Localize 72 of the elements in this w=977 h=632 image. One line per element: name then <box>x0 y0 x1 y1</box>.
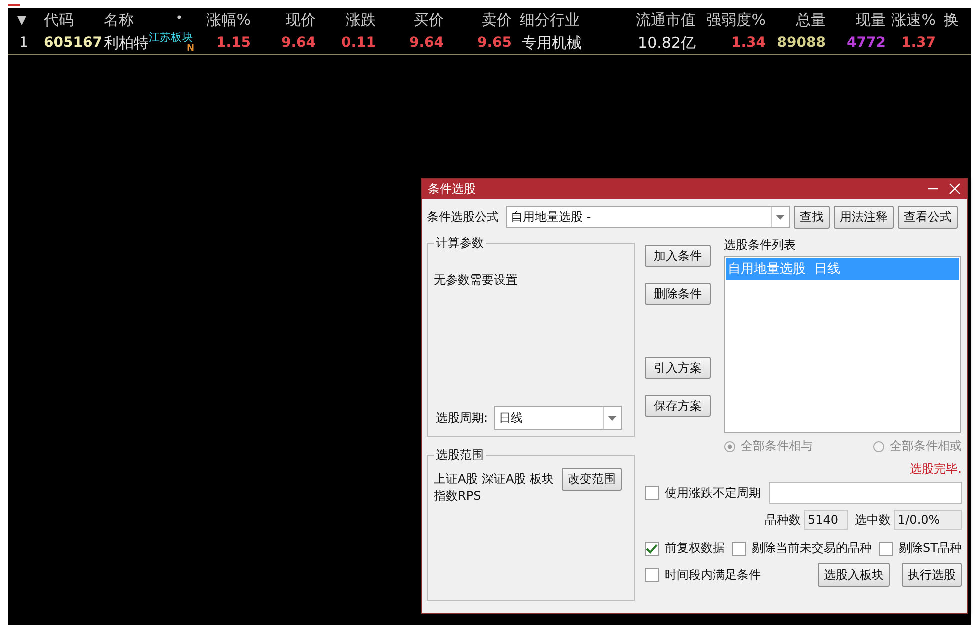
accent-mark <box>8 4 20 6</box>
close-icon[interactable] <box>949 183 961 195</box>
period-dropdown[interactable]: 日线 <box>494 406 622 430</box>
count-field: 5140 <box>804 510 848 530</box>
scope-text: 上证A股 深证A股 板块指数RPS <box>434 471 556 505</box>
checkbox-label: 使用涨跌不定周期 <box>665 484 761 502</box>
count-field: 1/0.0% <box>894 510 962 530</box>
checkbox-label: 时间段内满足条件 <box>665 566 761 584</box>
checkbox-label: 剔除ST品种 <box>899 540 962 557</box>
table-cell-text: 1 <box>18 35 30 51</box>
flag-label: N <box>187 44 195 54</box>
group-title: 计算参数 <box>434 236 486 250</box>
table-cell-text: 9.64 <box>408 35 445 51</box>
column-header[interactable]: 卖价 <box>448 10 516 30</box>
checkbox-label: 前复权数据 <box>665 540 725 557</box>
stock-name: 利柏特 <box>104 33 149 54</box>
table-cell-text: 专用机械 <box>521 34 583 52</box>
board-tag-label: 江苏板块 <box>149 32 193 44</box>
table-cell-text: 89088 <box>776 35 827 51</box>
checkbox[interactable] <box>645 542 659 556</box>
column-header[interactable]: 总量 <box>770 10 830 30</box>
table-cell-text: 1.34 <box>730 35 767 51</box>
checkbox-label: 剔除当前未交易的品种 <box>752 540 872 557</box>
table-cell-text: 9.64 <box>280 35 317 51</box>
column-header[interactable]: 涨幅% <box>195 10 255 30</box>
window-title: 条件选股 <box>428 180 477 198</box>
list-label: 选股条件列表 <box>724 237 797 254</box>
dialog-button[interactable]: 选股入板块 <box>818 563 890 587</box>
checkbox[interactable] <box>879 542 894 556</box>
table-cell-text: 1.37 <box>900 35 937 51</box>
period-label: 选股周期: <box>436 410 488 426</box>
column-header[interactable]: 名称 <box>104 10 134 30</box>
change-scope-button[interactable]: 改变范围 <box>562 468 622 491</box>
count-label: 品种数 <box>765 512 801 528</box>
caret-icon <box>776 214 785 220</box>
params-message: 无参数需要设置 <box>434 272 519 289</box>
dialog-button[interactable]: 删除条件 <box>645 283 711 305</box>
column-header[interactable]: 细分行业 <box>516 10 620 30</box>
checkbox[interactable] <box>645 568 659 582</box>
checkbox[interactable] <box>732 542 746 556</box>
column-header[interactable]: 现量 <box>830 10 890 30</box>
table-cell-text: 0.11 <box>340 35 377 51</box>
status-text: 选股完毕. <box>910 461 962 478</box>
dialog-button[interactable]: 查找 <box>794 206 830 228</box>
table-cell-text: 4772 <box>846 35 887 51</box>
caret-icon <box>608 416 618 420</box>
column-header[interactable]: 现价 <box>255 10 320 30</box>
dialog-button[interactable]: 加入条件 <box>645 245 711 267</box>
column-header[interactable]: 流通市值 <box>620 10 700 30</box>
dialog-button[interactable]: 引入方案 <box>645 357 711 379</box>
period-input[interactable] <box>769 482 962 504</box>
column-header[interactable]: 强弱度% <box>700 10 770 30</box>
group-title: 选股范围 <box>434 448 486 462</box>
formula-label: 条件选股公式 <box>427 208 499 226</box>
table-cell-text: 1.15 <box>215 35 252 51</box>
column-header[interactable]: 买价 <box>380 10 448 30</box>
count-label: 选中数 <box>855 512 891 528</box>
dialog-button[interactable]: 用法注释 <box>834 206 894 228</box>
table-cell-text: 9.65 <box>476 35 513 51</box>
dialog-button[interactable]: 查看公式 <box>898 206 958 228</box>
column-marker: • <box>176 10 183 26</box>
column-header[interactable]: 涨速% <box>890 10 940 30</box>
column-header[interactable]: 代码 <box>40 10 100 30</box>
checkbox[interactable] <box>645 486 659 500</box>
column-header[interactable]: 换 <box>940 10 970 30</box>
table-cell-text: 10.82亿 <box>637 34 697 52</box>
dialog-button[interactable]: 保存方案 <box>645 395 711 417</box>
formula-dropdown[interactable]: 自用地量选股 - <box>506 206 790 228</box>
table-cell-text: 605167 <box>43 35 100 51</box>
dialog-button[interactable]: 执行选股 <box>902 563 962 587</box>
column-header[interactable]: 涨跌 <box>320 10 380 30</box>
column-header[interactable]: ▼ <box>8 13 40 27</box>
